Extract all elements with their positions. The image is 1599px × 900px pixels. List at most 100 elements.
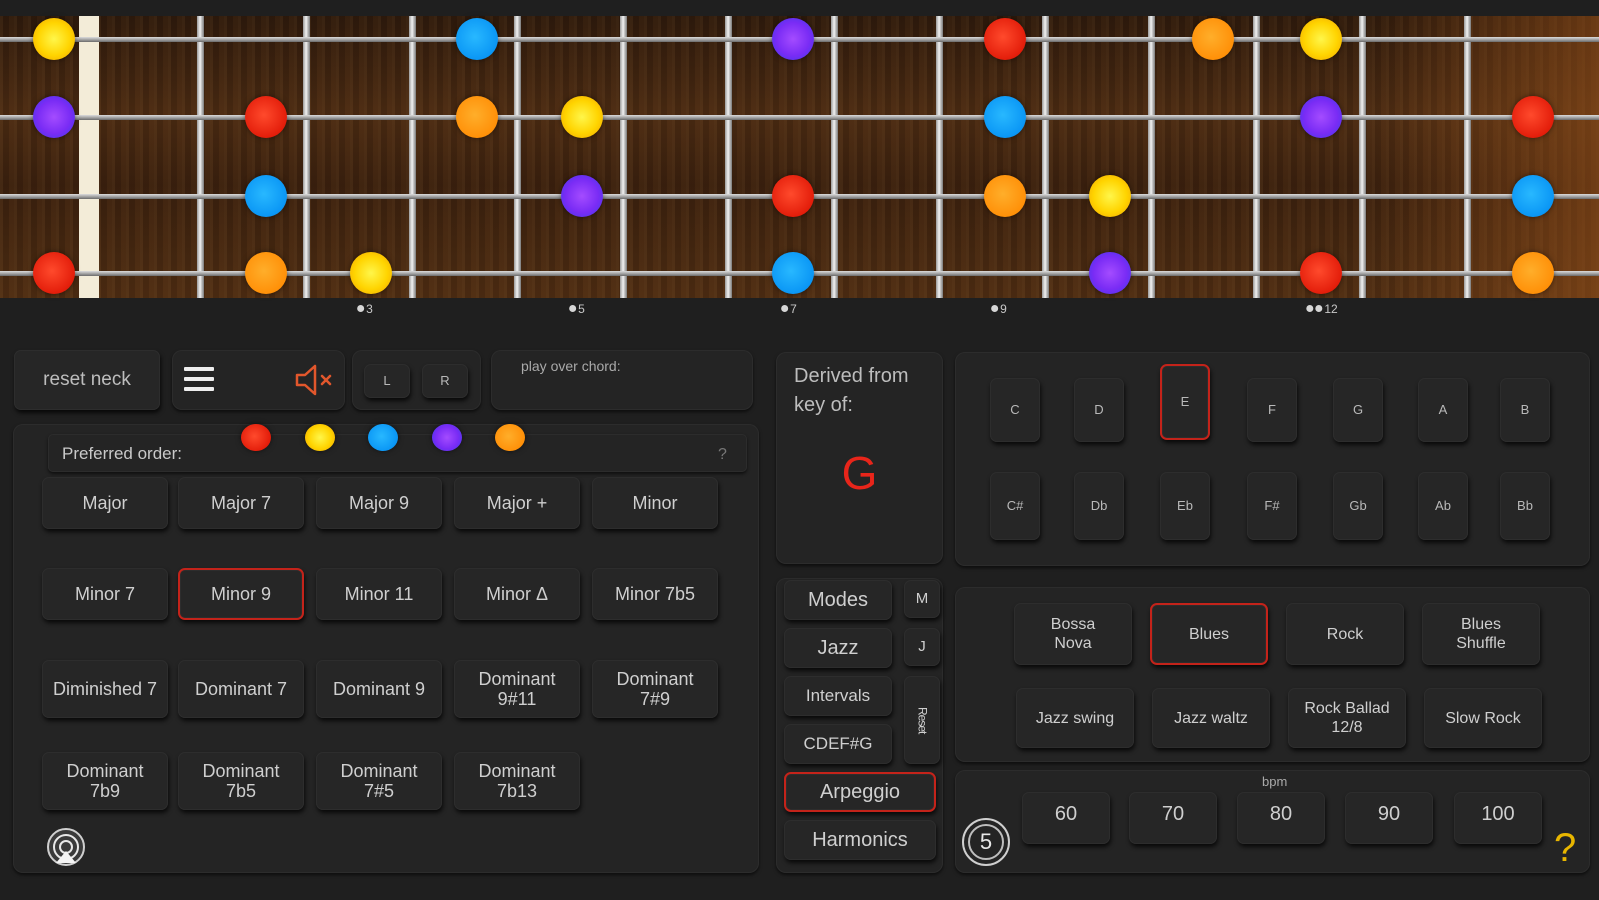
preferred-order-help[interactable]: ? <box>718 446 727 464</box>
note-orange[interactable] <box>1512 252 1554 294</box>
chord-button-dominant-7b9[interactable]: Dominant 7b9 <box>42 752 168 810</box>
chord-button-major[interactable]: Major <box>42 477 168 529</box>
key-button-a[interactable]: A <box>1418 378 1468 442</box>
play-over-chord-panel[interactable]: play over chord: <box>491 350 753 410</box>
chord-button-dominant-7-5[interactable]: Dominant 7#5 <box>316 752 442 810</box>
note-orange[interactable] <box>984 175 1026 217</box>
mode-button-arpeggio[interactable]: Arpeggio <box>784 772 936 812</box>
note-blue[interactable] <box>245 175 287 217</box>
chord-button-minor-9[interactable]: Minor 9 <box>178 568 304 620</box>
mode-button-jazz[interactable]: Jazz <box>784 628 892 668</box>
preferred-color-orange[interactable] <box>495 424 525 451</box>
preferred-color-red[interactable] <box>241 424 271 451</box>
chord-button-dominant-7[interactable]: Dominant 7 <box>178 660 304 718</box>
preferred-color-blue[interactable] <box>368 424 398 451</box>
chord-button-minor-7[interactable]: Minor 7 <box>42 568 168 620</box>
left-hand-button[interactable]: L <box>364 364 410 398</box>
note-yellow[interactable] <box>350 252 392 294</box>
note-yellow[interactable] <box>561 96 603 138</box>
preferred-color-purple[interactable] <box>431 424 462 451</box>
note-red[interactable] <box>1300 252 1342 294</box>
chord-button-dominant-7-9[interactable]: Dominant 7#9 <box>592 660 718 718</box>
style-button-rock[interactable]: Rock <box>1286 603 1404 665</box>
chord-button-major-[interactable]: Major + <box>454 477 580 529</box>
key-button-bb[interactable]: Bb <box>1500 472 1550 540</box>
tempo-button-60[interactable]: 60 <box>1022 792 1110 844</box>
note-orange[interactable] <box>456 96 498 138</box>
side-j-button[interactable]: J <box>904 628 940 666</box>
chord-button-major-7[interactable]: Major 7 <box>178 477 304 529</box>
count-in-button[interactable]: 5 <box>962 818 1010 866</box>
chord-button-minor-11[interactable]: Minor 11 <box>316 568 442 620</box>
style-button-rock-ballad-12-8[interactable]: Rock Ballad 12/8 <box>1288 688 1406 748</box>
chord-button-major-9[interactable]: Major 9 <box>316 477 442 529</box>
key-button-gb[interactable]: Gb <box>1333 472 1383 540</box>
tempo-button-100[interactable]: 100 <box>1454 792 1542 844</box>
note-blue[interactable] <box>1512 175 1554 217</box>
mode-button-harmonics[interactable]: Harmonics <box>784 820 936 860</box>
chord-button-dominant-9-11[interactable]: Dominant 9#11 <box>454 660 580 718</box>
key-button-b[interactable]: B <box>1500 378 1550 442</box>
chord-button-dominant-7b5[interactable]: Dominant 7b5 <box>178 752 304 810</box>
note-yellow[interactable] <box>1300 18 1342 60</box>
note-orange[interactable] <box>245 252 287 294</box>
note-purple[interactable] <box>1089 252 1131 294</box>
tempo-button-80[interactable]: 80 <box>1237 792 1325 844</box>
note-red[interactable] <box>33 252 75 294</box>
airplay-icon[interactable] <box>46 827 86 867</box>
chord-button-minor-7b5[interactable]: Minor 7b5 <box>592 568 718 620</box>
chord-button-dominant-7b13[interactable]: Dominant 7b13 <box>454 752 580 810</box>
style-button-slow-rock[interactable]: Slow Rock <box>1424 688 1542 748</box>
right-hand-button[interactable]: R <box>422 364 468 398</box>
note-red[interactable] <box>772 175 814 217</box>
style-button-jazz-waltz[interactable]: Jazz waltz <box>1152 688 1270 748</box>
style-button-blues[interactable]: Blues <box>1150 603 1268 665</box>
key-button-e[interactable]: E <box>1160 364 1210 440</box>
tempo-button-90[interactable]: 90 <box>1345 792 1433 844</box>
note-blue[interactable] <box>456 18 498 60</box>
key-button-db[interactable]: Db <box>1074 472 1124 540</box>
chord-button-diminished-7[interactable]: Diminished 7 <box>42 660 168 718</box>
key-button-f-sharp[interactable]: F# <box>1247 472 1297 540</box>
key-button-f[interactable]: F <box>1247 378 1297 442</box>
speaker-muted-icon[interactable] <box>294 363 338 397</box>
hand-selector: L R <box>352 350 481 410</box>
style-button-blues-shuffle[interactable]: Blues Shuffle <box>1422 603 1540 665</box>
key-button-ab[interactable]: Ab <box>1418 472 1468 540</box>
note-blue[interactable] <box>984 96 1026 138</box>
mode-button-cdef-g[interactable]: CDEF#G <box>784 724 892 764</box>
key-button-d[interactable]: D <box>1074 378 1124 442</box>
note-yellow[interactable] <box>33 18 75 60</box>
note-red[interactable] <box>984 18 1026 60</box>
fret <box>1359 16 1366 298</box>
chord-button-minor-[interactable]: Minor Δ <box>454 568 580 620</box>
key-button-c-sharp[interactable]: C# <box>990 472 1040 540</box>
note-purple[interactable] <box>1300 96 1342 138</box>
note-yellow[interactable] <box>1089 175 1131 217</box>
note-red[interactable] <box>245 96 287 138</box>
chord-button-minor[interactable]: Minor <box>592 477 718 529</box>
chord-button-dominant-9[interactable]: Dominant 9 <box>316 660 442 718</box>
note-orange[interactable] <box>1192 18 1234 60</box>
fret-inlay-dot <box>1306 305 1314 312</box>
key-button-eb[interactable]: Eb <box>1160 472 1210 540</box>
preferred-color-yellow[interactable] <box>304 424 335 451</box>
key-button-g[interactable]: G <box>1333 378 1383 442</box>
style-button-jazz-swing[interactable]: Jazz swing <box>1016 688 1134 748</box>
style-button-bossa-nova[interactable]: Bossa Nova <box>1014 603 1132 665</box>
note-purple[interactable] <box>33 96 75 138</box>
note-purple[interactable] <box>772 18 814 60</box>
mode-button-intervals[interactable]: Intervals <box>784 676 892 716</box>
tempo-help[interactable]: ? <box>1554 826 1576 871</box>
tempo-button-70[interactable]: 70 <box>1129 792 1217 844</box>
note-purple[interactable] <box>561 175 603 217</box>
hamburger-menu-icon[interactable] <box>184 364 214 394</box>
reset-neck-button[interactable]: reset neck <box>14 350 160 410</box>
note-blue[interactable] <box>772 252 814 294</box>
side-reset-button[interactable]: Reset <box>904 676 940 764</box>
note-red[interactable] <box>1512 96 1554 138</box>
fretboard[interactable] <box>0 16 1599 298</box>
mode-button-modes[interactable]: Modes <box>784 580 892 620</box>
side-m-button[interactable]: M <box>904 580 940 618</box>
key-button-c[interactable]: C <box>990 378 1040 442</box>
